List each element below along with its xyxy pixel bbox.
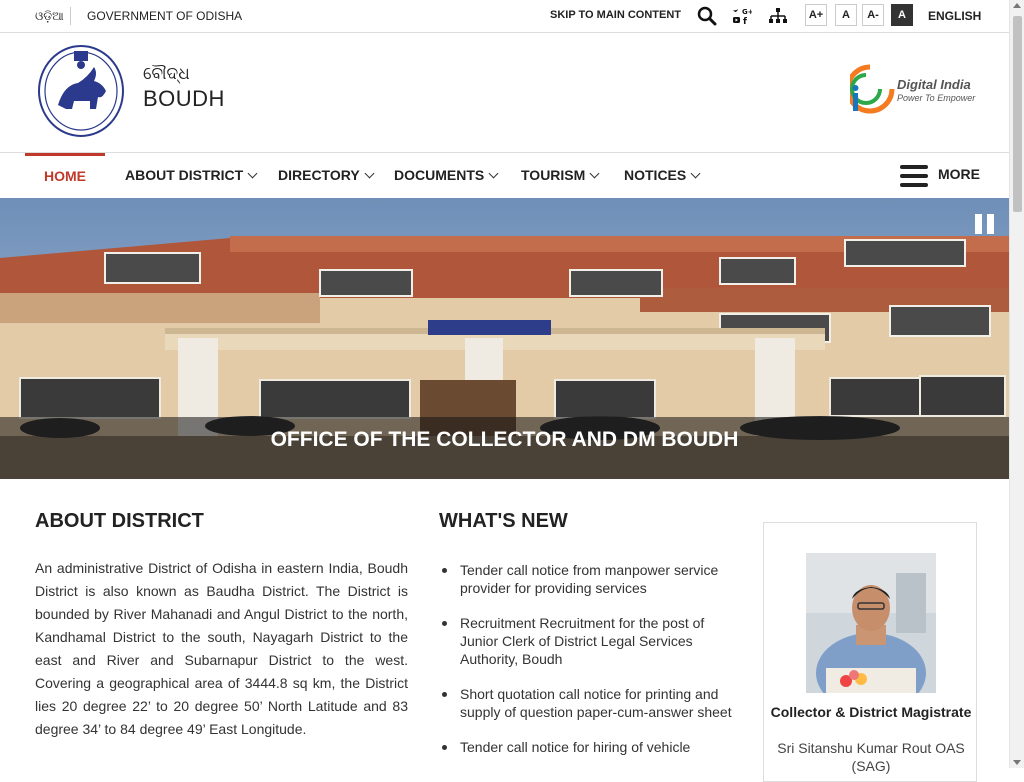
sitemap-icon[interactable] — [768, 6, 788, 26]
nav-item-documents[interactable]: DOCUMENTS — [394, 153, 499, 198]
nav-item-label: TOURISM — [521, 167, 586, 183]
nav-item-about-district[interactable]: ABOUT DISTRICT — [125, 153, 258, 198]
chevron-down-icon — [247, 168, 258, 179]
about-district-text: An administrative District of Odisha in … — [35, 560, 408, 737]
news-link[interactable]: Short quotation call notice for printing… — [460, 686, 732, 720]
list-item[interactable]: Short quotation call notice for printing… — [439, 685, 739, 721]
chevron-down-icon — [364, 168, 375, 179]
nav-item-label: ABOUT DISTRICT — [125, 167, 244, 183]
nav-item-label: DOCUMENTS — [394, 167, 485, 183]
nav-item-home[interactable]: HOME — [25, 153, 105, 198]
hamburger-menu-icon — [900, 165, 928, 187]
news-link[interactable]: Recruitment Recruitment for the post of … — [460, 615, 704, 667]
list-item[interactable]: Tender call notice from manpower service… — [439, 561, 739, 597]
nav-item-tourism[interactable]: TOURISM — [521, 153, 600, 198]
top-utility-bar: ଓଡ଼ିଆ GOVERNMENT OF ODISHA SKIP TO MAIN … — [0, 0, 1009, 33]
pause-icon — [975, 214, 982, 234]
language-odia-link[interactable]: ଓଡ଼ିଆ — [35, 9, 64, 24]
whats-new-heading: WHAT'S NEW — [439, 510, 568, 532]
collector-photo — [806, 553, 936, 713]
social-media-icon[interactable]: G+ f — [732, 6, 754, 27]
chevron-down-icon — [488, 168, 499, 179]
chevron-down-icon — [589, 168, 600, 179]
search-icon[interactable] — [697, 6, 717, 26]
news-link[interactable]: Tender call notice from manpower service… — [460, 562, 718, 596]
nav-item-label: NOTICES — [624, 167, 687, 183]
svg-text:Digital India: Digital India — [897, 77, 971, 92]
about-district-heading: ABOUT DISTRICT — [35, 510, 204, 532]
vertical-scrollbar[interactable] — [1009, 0, 1024, 768]
skip-to-main-content-link[interactable]: SKIP TO MAIN CONTENT — [550, 9, 681, 21]
site-name-odia: ବୌଦ୍ଧ — [143, 64, 190, 84]
nav-item-label: HOME — [44, 168, 86, 184]
nav-item-notices[interactable]: NOTICES — [624, 153, 701, 198]
site-header: ବୌଦ୍ଧ BOUDH Digital India Power To Empow… — [0, 33, 1009, 153]
government-of-odisha-link[interactable]: GOVERNMENT OF ODISHA — [87, 9, 242, 23]
list-item[interactable]: Tender call notice for hiring of vehicle — [439, 738, 739, 756]
svg-text:Power To Empower: Power To Empower — [897, 93, 976, 103]
collector-profile-card: Collector & District Magistrate Sri Sita… — [763, 522, 977, 782]
divider — [70, 7, 71, 25]
whats-new-list: Tender call notice from manpower service… — [439, 561, 739, 773]
nav-item-label: DIRECTORY — [278, 167, 360, 183]
news-link[interactable]: Tender call notice for hiring of vehicle — [460, 739, 690, 755]
scrollbar-thumb[interactable] — [1013, 16, 1022, 212]
list-item[interactable]: Recruitment Recruitment for the post of … — [439, 614, 739, 668]
digital-india-logo[interactable]: Digital India Power To Empower — [845, 63, 980, 115]
font-size-normal-button[interactable]: A — [835, 4, 857, 26]
font-size-decrease-button[interactable]: A- — [862, 4, 884, 26]
font-size-increase-button[interactable]: A+ — [805, 4, 827, 26]
scroll-down-arrow-icon[interactable] — [1013, 760, 1021, 765]
scroll-up-arrow-icon[interactable] — [1013, 3, 1021, 8]
pause-slider-button[interactable] — [975, 214, 995, 234]
svg-text:G+: G+ — [742, 8, 752, 16]
pause-icon — [987, 214, 994, 234]
main-navigation: HOME ABOUT DISTRICT DIRECTORY DOCUMENTS … — [0, 153, 1009, 198]
collector-name: Sri Sitanshu Kumar Rout OAS (SAG) — [777, 740, 965, 774]
site-name[interactable]: BOUDH — [143, 86, 225, 112]
collector-designation: Collector & District Magistrate — [770, 704, 972, 720]
high-contrast-button[interactable]: A — [891, 4, 913, 26]
more-label: MORE — [938, 166, 980, 182]
banner-caption: OFFICE OF THE COLLECTOR AND DM BOUDH — [270, 428, 739, 451]
svg-text:f: f — [743, 17, 747, 26]
odisha-emblem-logo[interactable] — [36, 43, 126, 138]
nav-item-directory[interactable]: DIRECTORY — [278, 153, 375, 198]
chevron-down-icon — [690, 168, 701, 179]
language-english-link[interactable]: ENGLISH — [928, 9, 981, 23]
